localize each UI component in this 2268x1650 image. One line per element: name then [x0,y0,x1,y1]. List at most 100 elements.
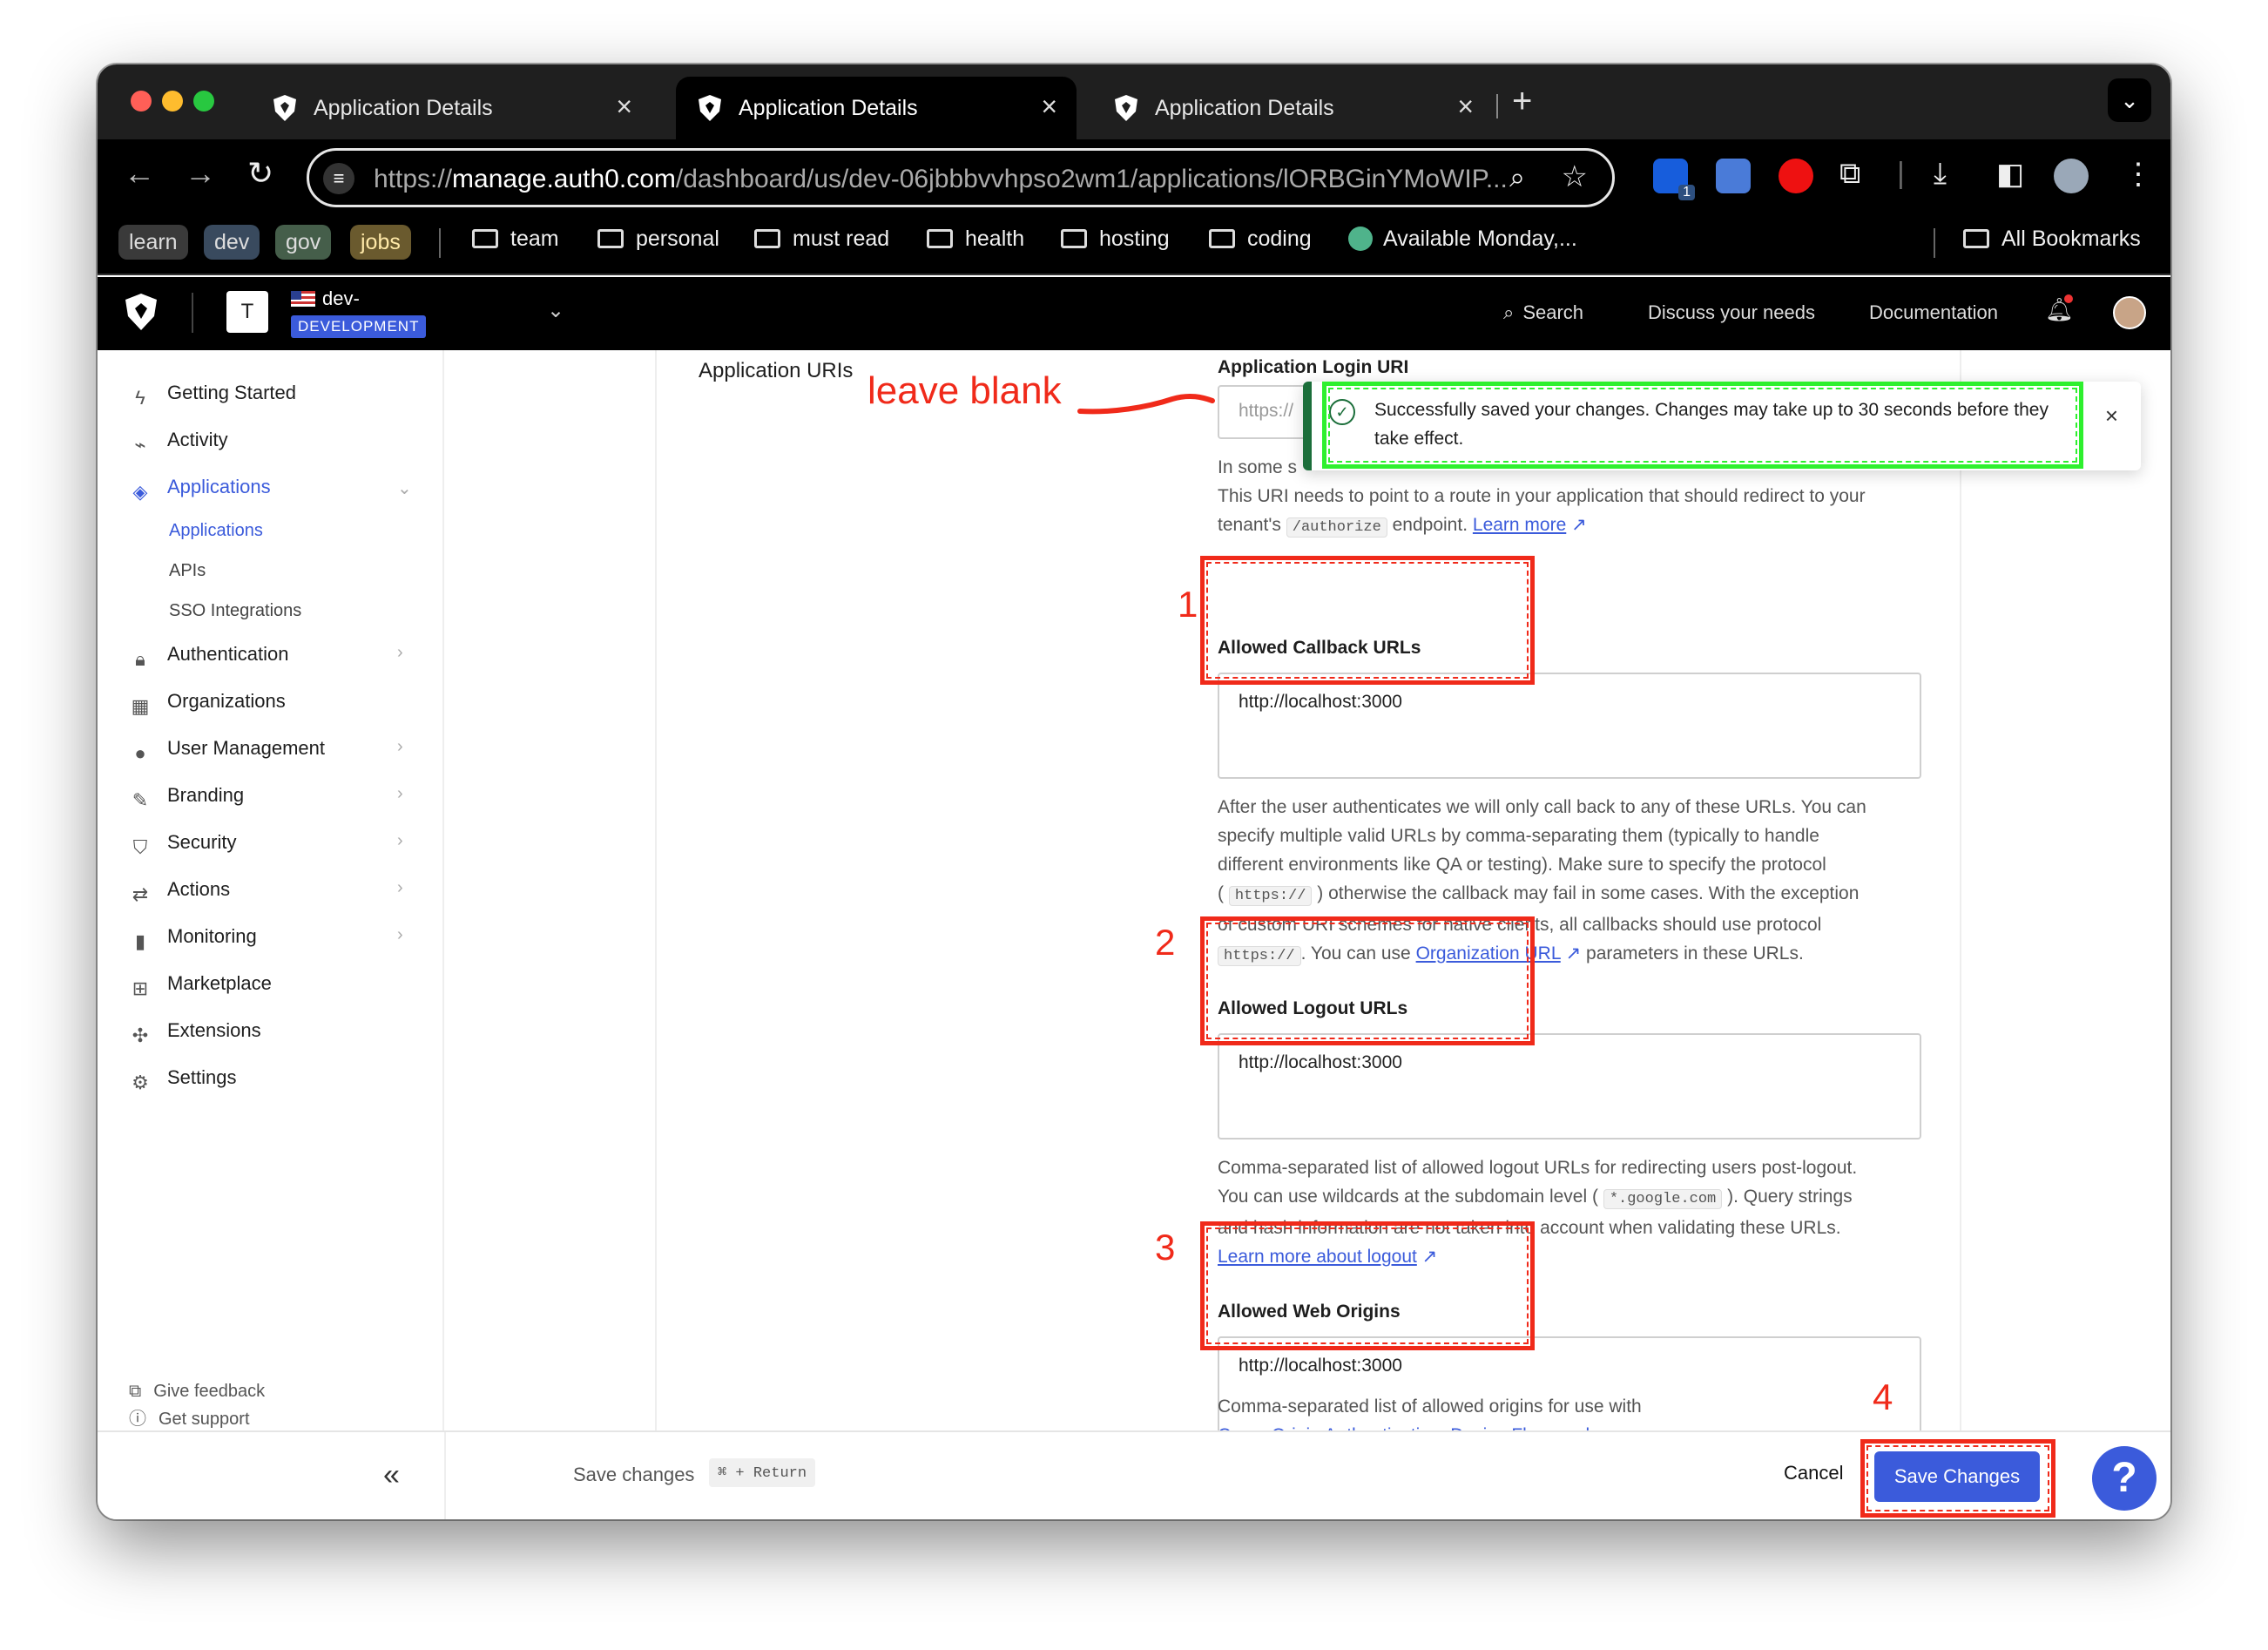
close-window-button[interactable] [131,91,152,112]
close-icon[interactable]: × [616,91,632,123]
bookmark-folder-personal[interactable]: personal [597,227,719,252]
adblock-extension-icon[interactable] [1779,159,1813,193]
login-uri-placeholder: https:// [1239,401,1294,421]
sidebar-subitem-sso-integrations[interactable]: SSO Integrations [169,601,301,621]
sidebar-item-marketplace[interactable]: ⊞ Marketplace [129,972,272,1000]
minimize-window-button[interactable] [162,91,183,112]
address-bar[interactable]: ≡ https://manage.auth0.com/dashboard/us/… [307,148,1615,207]
url-text: https://manage.auth0.com/dashboard/us/de… [374,165,1508,193]
sidebar-item-actions[interactable]: ⇄ Actions [129,878,230,906]
sidebar-subitem-apis[interactable]: APIs [169,561,206,581]
tab-1[interactable]: Application Details × [251,77,651,139]
tenant-avatar[interactable]: T [226,291,268,333]
close-icon[interactable]: × [1041,91,1057,123]
bookmark-item-chatgpt[interactable]: Available Monday,... [1348,227,1577,252]
sidebar-item-getting-started[interactable]: ϟ Getting Started [129,382,296,409]
new-tab-button[interactable]: + [1512,82,1532,121]
bitwarden-extension-icon[interactable]: 1 [1653,159,1695,200]
sidebar-item-applications[interactable]: ◈ Applications [129,476,271,504]
all-bookmarks-button[interactable]: All Bookmarks [1963,227,2141,252]
collapse-sidebar-icon[interactable]: « [383,1458,400,1492]
reload-icon[interactable]: ↻ [247,155,273,192]
sidebar-item-user-management[interactable]: ● User Management [129,737,325,765]
sidebar-subitem-applications[interactable]: Applications [169,521,263,541]
help-circle-icon: ⓘ [129,1410,146,1429]
callback-urls-textarea[interactable]: http://localhost:3000 [1218,673,1921,779]
save-changes-hint: Save changes [573,1464,695,1485]
annotation-box-1 [1200,556,1535,685]
bookmark-folder-must-read[interactable]: must read [754,227,889,252]
login-uri-label: Application Login URI [1218,357,1409,377]
sidebar-item-authentication[interactable]: 🔒︎ Authentication [129,643,288,671]
sidebar-item-monitoring[interactable]: ▮ Monitoring [129,925,257,953]
tab-2[interactable]: Application Details × [676,77,1077,139]
translate-extension-icon[interactable] [1716,159,1751,193]
profile-avatar[interactable] [2054,159,2089,193]
sidebar-item-settings[interactable]: ⚙ Settings [129,1066,236,1094]
back-icon[interactable]: ← [124,155,155,192]
logout-urls-textarea[interactable]: http://localhost:3000 [1218,1033,1921,1139]
sidebar-item-security[interactable]: ⛉ Security [129,831,237,859]
maximize-window-button[interactable] [193,91,214,112]
bookmark-folder-coding[interactable]: coding [1209,227,1312,252]
building-icon: ▦ [131,695,150,717]
sidebar-item-organizations[interactable]: ▦ Organizations [129,690,286,718]
actions-icon: ⇄ [132,883,149,905]
give-feedback-link[interactable]: ⧉ Give feedback [129,1382,265,1402]
callback-urls-value: http://localhost:3000 [1239,692,1402,712]
sidebar-item-extensions[interactable]: ✣ Extensions [129,1019,261,1047]
lock-icon: 🔒︎ [135,648,145,670]
code-https: https:// [1228,886,1313,906]
bookmark-folder-team[interactable]: team [472,227,559,252]
site-settings-icon[interactable]: ≡ [323,163,354,194]
browser-menu-icon[interactable]: ⋮ [2123,157,2153,192]
tab-search-button[interactable]: ⌄ [2108,78,2151,122]
auth0-logo-icon[interactable] [124,293,159,331]
annotation-number-2: 2 [1155,922,1176,963]
get-support-link[interactable]: ⓘ Get support [129,1404,250,1430]
bookmark-chip-learn[interactable]: learn [118,225,188,260]
user-avatar[interactable] [2113,296,2146,329]
chevron-right-icon[interactable]: › [397,925,403,945]
tenant-switcher-chevron-icon[interactable]: ⌄ [547,298,564,323]
learn-more-link[interactable]: Learn more [1473,515,1566,535]
chevron-right-icon[interactable]: › [397,878,403,898]
brush-icon: ✎ [132,789,149,811]
annotation-box-2 [1200,916,1535,1045]
forward-icon[interactable]: → [185,155,216,192]
discuss-needs-link[interactable]: Discuss your needs [1648,301,1815,324]
help-button[interactable]: ? [2092,1446,2157,1511]
bookmark-folder-health[interactable]: health [927,227,1024,252]
bookmark-star-icon[interactable]: ☆ [1562,159,1588,194]
close-icon[interactable]: × [1457,91,1474,123]
bookmark-chip-dev[interactable]: dev [204,225,260,260]
annotation-number-1: 1 [1178,584,1198,625]
chevron-down-icon[interactable]: ⌄ [397,477,412,499]
chevron-right-icon[interactable]: › [397,831,403,851]
chevron-right-icon[interactable]: › [397,784,403,804]
sidebar-item-branding[interactable]: ✎ Branding [129,784,244,812]
documentation-link[interactable]: Documentation [1869,301,1998,324]
side-panel-icon[interactable]: ◧ [1996,157,2024,192]
zoom-icon[interactable]: ⌕ [1509,161,1525,194]
header-divider [192,293,193,333]
sidebar-item-activity[interactable]: ⌁ Activity [129,429,227,456]
folder-icon [1209,229,1235,248]
download-icon[interactable]: ⤓ [1934,157,1947,191]
tab-3[interactable]: Application Details × [1092,77,1493,139]
bolt-icon: ϟ [135,387,145,409]
bookmark-chip-jobs[interactable]: jobs [350,225,411,260]
bottom-action-bar: « Save changes ⌘ + Return Cancel Save Ch… [98,1430,2170,1519]
bottom-bar-divider [444,1432,446,1519]
close-toast-icon[interactable]: × [2105,402,2118,429]
bookmark-chip-gov[interactable]: gov [275,225,332,260]
chevron-right-icon[interactable]: › [397,737,403,757]
bookmark-divider [439,228,441,258]
tenant-name[interactable]: dev- [291,287,360,310]
header-search[interactable]: ⌕ Search [1503,301,1583,324]
chevron-right-icon[interactable]: › [397,643,403,663]
cancel-button[interactable]: Cancel [1784,1462,1843,1484]
extensions-puzzle-icon[interactable]: ⧉ [1839,157,1860,191]
cross-origin-link[interactable]: Cross-Origin Authentication, Device Flow… [1218,1421,1932,1430]
bookmark-folder-hosting[interactable]: hosting [1061,227,1170,252]
